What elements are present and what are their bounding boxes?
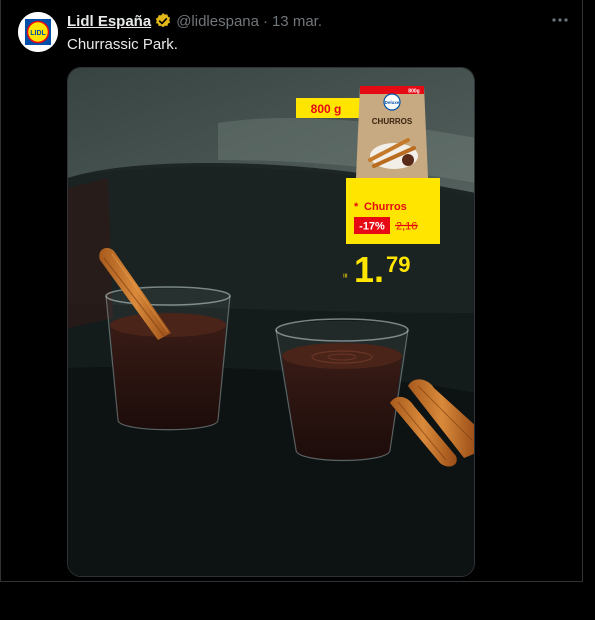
package-corner-label: 800g — [408, 89, 419, 95]
price-decimals: 79 — [386, 252, 410, 277]
verified-badge-icon[interactable] — [154, 12, 172, 30]
old-price: 2,16 — [396, 221, 417, 233]
right-glass — [275, 318, 409, 462]
left-glass — [105, 286, 231, 431]
tweet-card[interactable]: LIDL Lidl España @lidlespana · 13 mar. C… — [0, 0, 583, 582]
display-name[interactable]: Lidl España — [67, 13, 151, 30]
lidl-logo-icon: LIDL — [18, 12, 58, 52]
logo-text: LIDL — [30, 30, 46, 37]
handle[interactable]: @lidlespana — [176, 13, 259, 30]
asterisk-icon: * — [354, 201, 359, 213]
price-prefix: ≡ — [341, 273, 350, 278]
discount-badge: -17% — [359, 221, 385, 233]
package-title: CHURROS — [372, 117, 413, 126]
price-integer: 1 — [354, 249, 374, 290]
timestamp[interactable]: 13 mar. — [272, 13, 322, 30]
more-options-icon[interactable] — [550, 10, 570, 30]
product-name: Churros — [364, 201, 407, 213]
price-decimal-point: . — [374, 249, 384, 290]
separator-dot: · — [262, 12, 268, 30]
tweet-text: Churrassic Park. — [67, 36, 178, 53]
tweet-header: Lidl España @lidlespana · 13 mar. — [67, 11, 322, 31]
tweet-photo[interactable]: 800 g 800g Deluxe CHURROS * Churros -17%… — [67, 67, 475, 577]
churros-package: 800g Deluxe CHURROS — [356, 86, 428, 178]
weight-label: 800 g — [311, 102, 342, 116]
avatar[interactable]: LIDL — [18, 12, 58, 52]
package-brand: Deluxe — [385, 100, 400, 105]
price-box: * Churros -17% 2,16 — [346, 178, 440, 244]
